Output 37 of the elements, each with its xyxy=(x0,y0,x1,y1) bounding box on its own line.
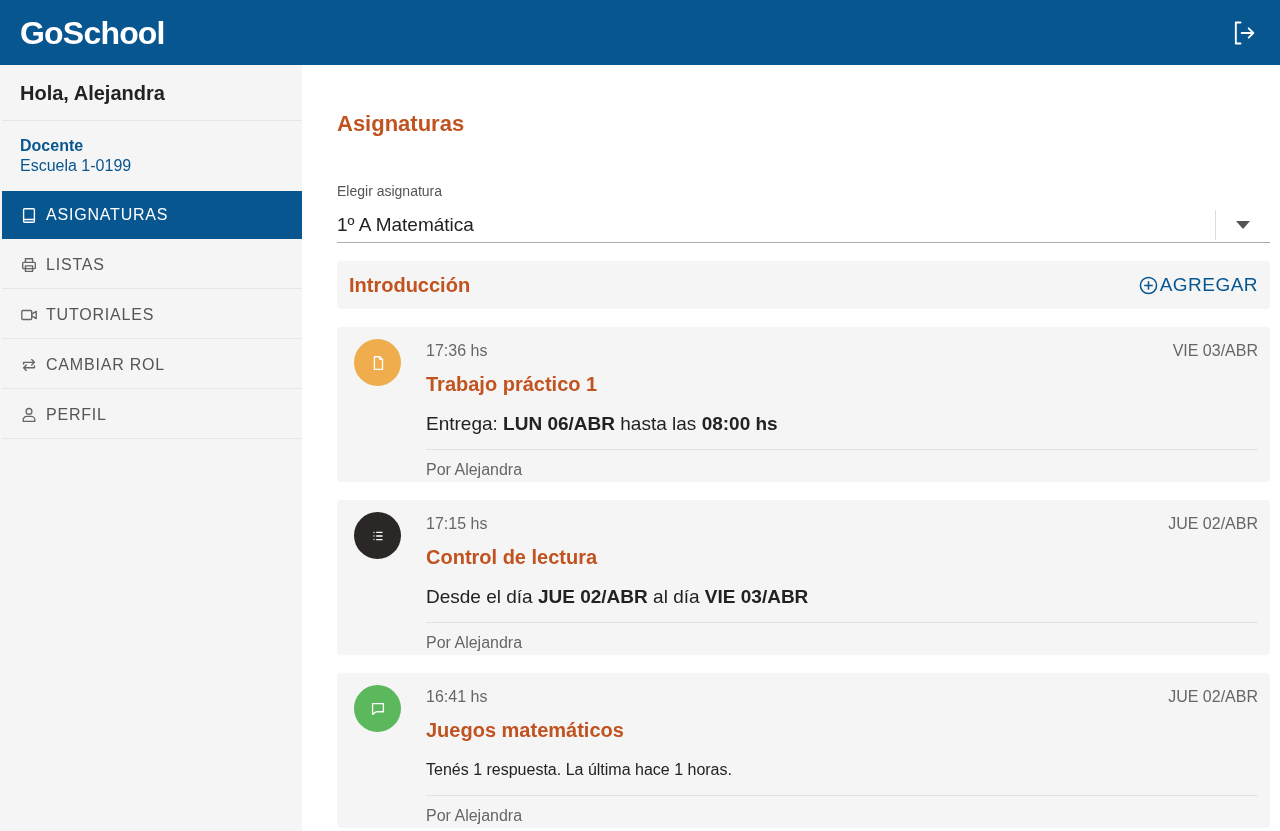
post-description: Tenés 1 respuesta. La última hace 1 horas. xyxy=(426,760,732,780)
sidebar-item[interactable]: ASIGNATURAS xyxy=(2,191,302,239)
post-card[interactable]: 17:15 hs JUE 02/ABR Control de lectura Desde el día JUE 02/ABR al día VIE 03/ABR Por Alejandra xyxy=(337,500,1270,655)
post-title[interactable]: Trabajo práctico 1 xyxy=(426,369,598,399)
post-time: 16:41 hs xyxy=(426,687,488,707)
select-label: Elegir asignatura xyxy=(337,182,444,201)
user-icon xyxy=(20,405,38,424)
user-role: Docente xyxy=(20,136,85,156)
post-author: Por Alejandra xyxy=(426,460,524,480)
post-time: 17:15 hs xyxy=(426,514,488,534)
section-title: Introducción xyxy=(349,273,471,298)
greeting-text: Hola, Alejandra xyxy=(20,80,165,106)
sidebar-item[interactable]: CAMBIAR ROL xyxy=(2,341,302,389)
sidebar-item[interactable]: LISTAS xyxy=(2,241,302,289)
post-author: Por Alejandra xyxy=(426,806,524,826)
plus-circle-icon xyxy=(1138,275,1158,295)
post-date: JUE 02/ABR xyxy=(1168,687,1258,707)
post-description: Entrega: LUN 06/ABR hasta las 08:00 hs xyxy=(426,411,778,436)
dropdown-caret-icon xyxy=(1236,221,1250,229)
sidebar-item[interactable]: PERFIL xyxy=(2,391,302,439)
book-icon xyxy=(20,206,38,224)
post-card[interactable]: 17:36 hs VIE 03/ABR Trabajo práctico 1 Entrega: LUN 06/ABR hasta las 08:00 hs Por Alejandra xyxy=(337,327,1270,482)
post-description: Desde el día JUE 02/ABR al día VIE 03/ABR xyxy=(426,584,809,609)
post-title[interactable]: Juegos matemáticos xyxy=(426,715,624,745)
subject-select[interactable]: 1º A Matemática xyxy=(337,208,1270,243)
post-date: JUE 02/ABR xyxy=(1168,514,1258,534)
post-title[interactable]: Control de lectura xyxy=(426,542,598,572)
app-logo: GoSchool xyxy=(20,13,165,53)
page-title: Asignaturas xyxy=(337,110,466,138)
sidebar-item[interactable]: TUTORIALES xyxy=(2,291,302,339)
printer-icon xyxy=(20,255,38,274)
post-author: Por Alejandra xyxy=(426,633,524,653)
school-name: Escuela 1-0199 xyxy=(20,156,133,176)
post-time: 17:36 hs xyxy=(426,341,488,361)
post-date: VIE 03/ABR xyxy=(1172,341,1258,361)
post-card[interactable]: 16:41 hs JUE 02/ABR Juegos matemáticos Tenés 1 respuesta. La última hace 1 horas. Por Alejandra xyxy=(337,673,1270,828)
add-button[interactable]: AGREGAR xyxy=(1138,270,1258,300)
